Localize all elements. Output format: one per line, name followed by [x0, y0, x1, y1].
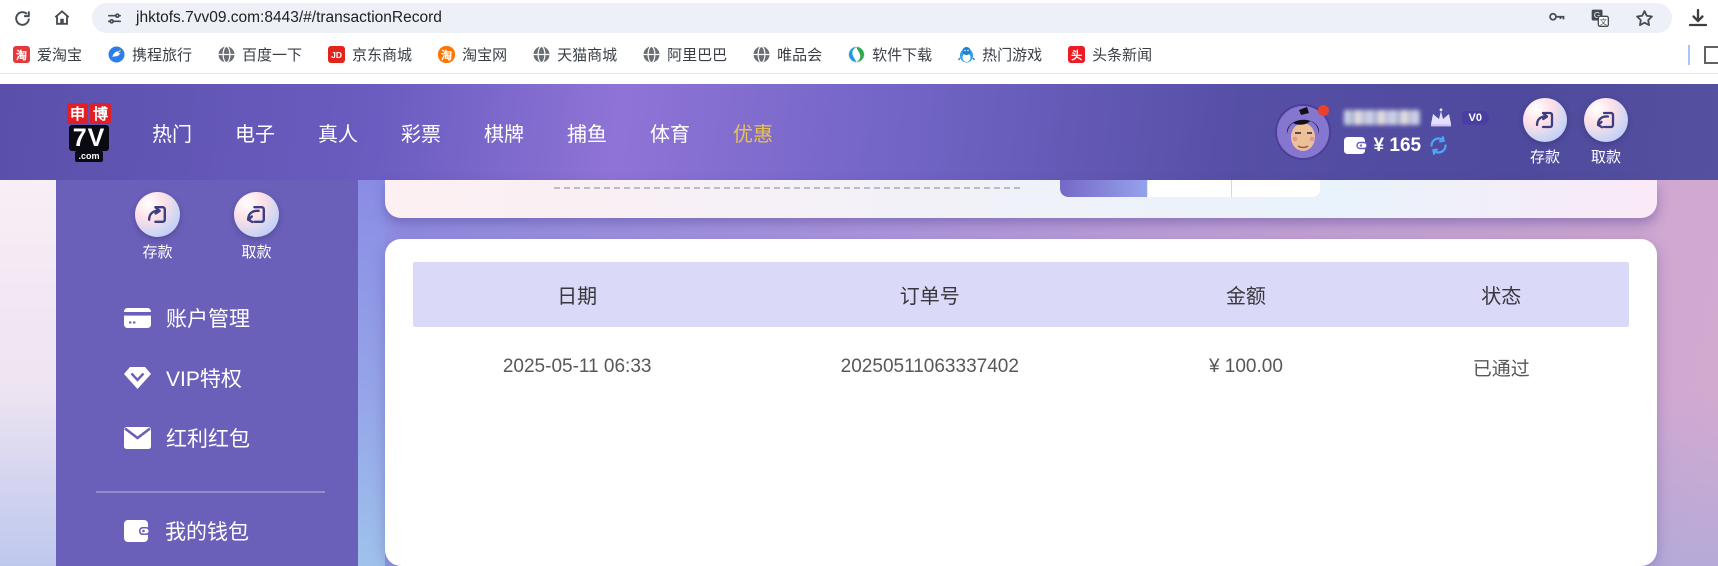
nav-lottery[interactable]: 彩票 [401, 118, 441, 147]
avatar[interactable] [1274, 104, 1331, 160]
bookmark-toutiao[interactable]: 头 头条新闻 [1068, 44, 1152, 65]
wallet-icon [124, 520, 150, 542]
svg-text:文: 文 [1600, 16, 1608, 26]
period-tab[interactable] [1232, 180, 1320, 197]
period-tab-selected[interactable] [1060, 180, 1147, 197]
bookmark-ctrip[interactable]: 携程旅行 [108, 44, 192, 65]
username-blurred [1343, 110, 1420, 125]
software-download-icon [848, 46, 865, 63]
cell-date: 2025-05-11 06:33 [502, 356, 652, 377]
header-deposit-button[interactable]: 存款 [1523, 97, 1567, 167]
table-row: 2025-05-11 06:33 20250511063337402 ¥ 100… [413, 327, 1629, 407]
withdraw-arrow-icon [234, 192, 279, 237]
sidebar-item-vip[interactable]: VIP特权 [124, 363, 242, 393]
cell-order-no: 20250511063337402 [840, 356, 1019, 377]
logo-char-2: 博 [90, 102, 111, 124]
download-icon[interactable] [1686, 6, 1710, 30]
jd-icon: JD [328, 46, 346, 63]
balance-amount: ¥ 165 [1373, 134, 1422, 156]
period-tabs [1060, 180, 1320, 197]
globe-icon [533, 46, 550, 63]
column-header-amount: 金额 [1225, 286, 1266, 308]
caret-divider [1688, 44, 1690, 65]
bookmark-star-icon[interactable] [1632, 6, 1656, 30]
withdraw-arrow-icon [1584, 97, 1628, 142]
wallet-icon [1343, 137, 1367, 154]
dashed-underline [554, 187, 1020, 189]
password-key-icon[interactable] [1544, 6, 1568, 30]
home-icon[interactable] [50, 6, 74, 30]
refresh-balance-icon[interactable] [1428, 135, 1449, 156]
left-background-strip [0, 180, 56, 566]
site-header: 申 博 7V .com 热门 电子 真人 彩票 棋牌 捕鱼 体育 优惠 V0 ¥… [0, 84, 1718, 180]
partial-panel-icon[interactable] [1704, 45, 1718, 64]
bookmark-baidu[interactable]: 百度一下 [218, 44, 302, 65]
logo-7v: 7V [68, 124, 110, 151]
url-bar[interactable]: jhktofs.7vv09.com:8443/#/transactionReco… [92, 3, 1672, 33]
main-content: 日期 订单号 金额 状态 2025-05-11 06:33 2025051106… [385, 180, 1657, 566]
sidebar-withdraw-button[interactable]: 取款 [234, 192, 279, 262]
transaction-table-card: 日期 订单号 金额 状态 2025-05-11 06:33 2025051106… [385, 239, 1657, 566]
bookmarks-bar: 淘 爱淘宝 携程旅行 百度一下 JD 京东商城 淘 淘宝网 天猫商城 阿里巴巴 [0, 36, 1718, 74]
sidebar-item-redpacket[interactable]: 红利红包 [124, 423, 250, 453]
cell-amount: ¥ 100.00 [1208, 356, 1283, 377]
notification-dot [1317, 105, 1329, 116]
nav-hot[interactable]: 热门 [152, 118, 192, 147]
toutiao-icon: 头 [1068, 46, 1086, 63]
header-withdraw-button[interactable]: 取款 [1584, 97, 1628, 167]
gap-background-strip [358, 180, 385, 566]
column-header-date: 日期 [557, 286, 598, 308]
page-body: 存款 取款 账户管理 VIP特权 红利红包 我的钱包 日期 订单号 金额 状态 … [0, 180, 1718, 566]
globe-icon [753, 46, 770, 63]
bookmark-alibaba[interactable]: 阿里巴巴 [643, 44, 727, 65]
url-text[interactable]: jhktofs.7vv09.com:8443/#/transactionReco… [136, 9, 1544, 27]
bookmark-software[interactable]: 软件下载 [848, 44, 932, 65]
taobao-orange-icon: 淘 [438, 46, 456, 63]
reload-icon[interactable] [10, 6, 34, 30]
cell-status: 已通过 [1472, 358, 1530, 380]
nav-slots[interactable]: 电子 [235, 118, 275, 147]
penguin-icon [958, 46, 976, 63]
site-logo[interactable]: 申 博 7V .com [62, 102, 116, 162]
bank-card-icon [124, 307, 151, 329]
period-tab[interactable] [1147, 180, 1232, 197]
sidebar-deposit-button[interactable]: 存款 [135, 192, 180, 262]
deposit-arrow-icon [1523, 97, 1567, 142]
filter-card [385, 180, 1657, 218]
nav-sports[interactable]: 体育 [650, 118, 690, 147]
logo-char-1: 申 [67, 102, 88, 124]
nav-fishing[interactable]: 捕鱼 [567, 118, 607, 147]
deposit-arrow-icon [135, 192, 180, 237]
bookmark-aitaobao[interactable]: 淘 爱淘宝 [13, 44, 82, 65]
envelope-icon [124, 427, 151, 449]
table-header-row: 日期 订单号 金额 状态 [413, 262, 1629, 327]
globe-icon [218, 46, 235, 63]
browser-toolbar: jhktofs.7vv09.com:8443/#/transactionReco… [0, 0, 1718, 36]
bookmark-vip[interactable]: 唯品会 [753, 44, 822, 65]
nav-live[interactable]: 真人 [318, 118, 358, 147]
bookmark-taobao[interactable]: 淘 淘宝网 [438, 44, 507, 65]
bookmark-jd[interactable]: JD 京东商城 [328, 44, 412, 65]
vip-level-badge: V0 [1461, 110, 1489, 125]
browser-chrome: jhktofs.7vv09.com:8443/#/transactionReco… [0, 0, 1718, 84]
nav-cards[interactable]: 棋牌 [484, 118, 524, 147]
nav-promo[interactable]: 优惠 [733, 118, 773, 147]
dolphin-icon [108, 46, 125, 63]
column-header-order: 订单号 [899, 286, 960, 308]
vip-crown-icon [1428, 107, 1454, 128]
translate-icon[interactable]: G文 [1588, 6, 1612, 30]
sidebar-item-wallet[interactable]: 我的钱包 [124, 516, 249, 546]
main-nav: 热门 电子 真人 彩票 棋牌 捕鱼 体育 优惠 [152, 118, 773, 147]
gem-icon [124, 366, 151, 390]
site-info-icon[interactable] [102, 6, 126, 30]
column-header-status: 状态 [1481, 286, 1522, 308]
sidebar-item-account[interactable]: 账户管理 [124, 303, 250, 333]
bookmark-tmall[interactable]: 天猫商城 [533, 44, 617, 65]
globe-icon [643, 46, 660, 63]
sidebar-divider [96, 491, 325, 493]
bookmark-games[interactable]: 热门游戏 [958, 44, 1042, 65]
sidebar: 存款 取款 账户管理 VIP特权 红利红包 我的钱包 [56, 180, 358, 566]
taobao-red-icon: 淘 [13, 46, 30, 63]
logo-com: .com [75, 150, 103, 162]
